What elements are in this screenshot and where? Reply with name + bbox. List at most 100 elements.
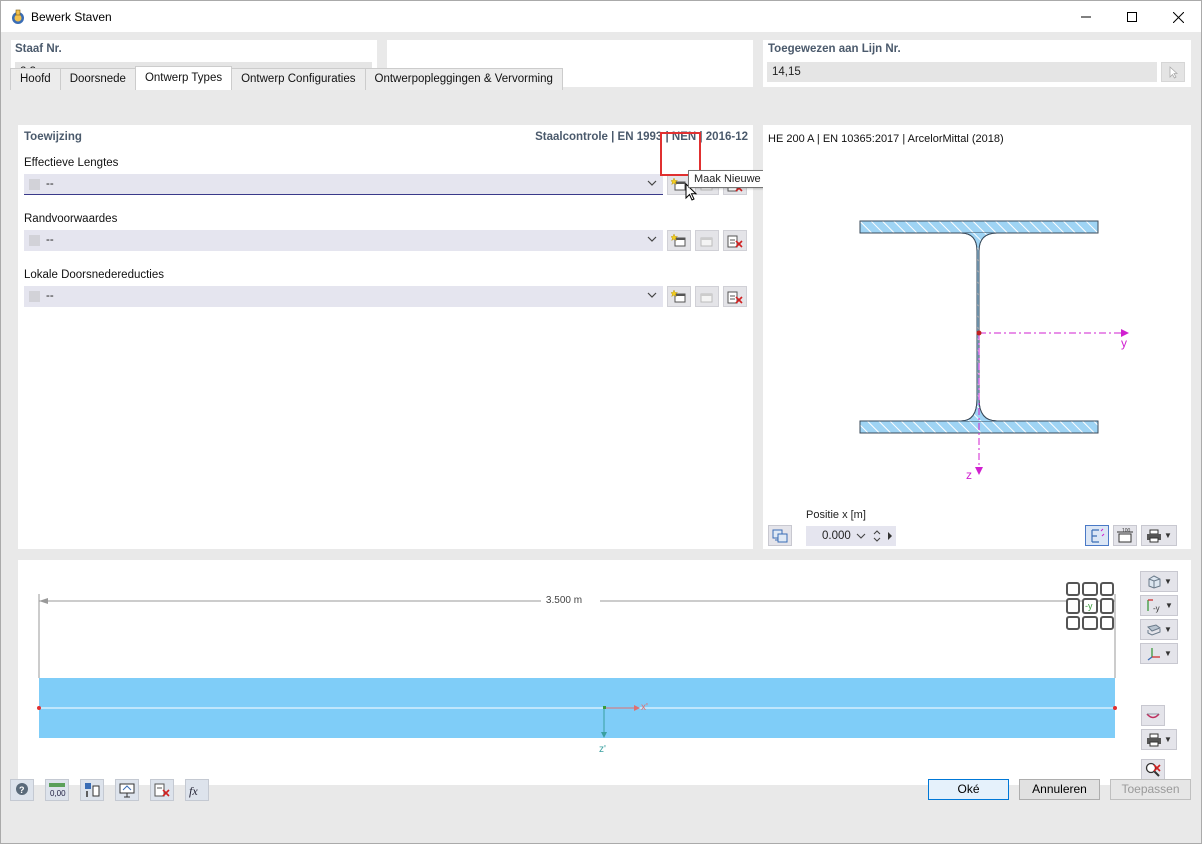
view-cube-label: -y [1085,601,1093,611]
close-button[interactable] [1155,1,1201,33]
chevron-down-icon [647,236,657,242]
position-label: Positie x [m] [806,509,866,521]
delete-all-button[interactable] [150,779,174,801]
new-item-icon [671,289,686,302]
dropdown-arrow-icon: ▼ [1164,625,1172,634]
curve-icon [1146,712,1160,718]
edit-item-icon [700,293,713,302]
tab-ontwerpopleggingen[interactable]: Ontwerpopleggingen & Vervorming [364,68,563,90]
new-section-reductions-button[interactable] [667,286,691,307]
window-title: Bewerk Staven [31,10,112,24]
dropdown-arrow-icon: ▼ [1165,601,1173,610]
help-icon: ? [16,783,28,795]
play-icon [888,532,892,540]
formula-button[interactable]: fx [185,779,209,801]
view-cube[interactable]: -y [1066,582,1114,630]
formula-icon: fx [189,784,198,798]
boundary-conditions-value: -- [46,234,54,246]
reset-zoom-button[interactable] [1141,759,1165,780]
edit-section-reductions-button[interactable] [695,286,719,307]
effective-lengths-select[interactable]: -- [24,174,663,195]
svg-text:0,00: 0,00 [50,789,66,798]
svg-text:fx: fx [189,784,198,798]
minimize-icon [1081,16,1091,18]
help-button[interactable]: ? [10,779,34,801]
tab-ontwerp-configuraties[interactable]: Ontwerp Configuraties [231,68,366,90]
assigned-line-field: 14,15 [767,62,1157,82]
title-bar: Bewerk Staven [0,0,1202,32]
pick-line-button[interactable] [1161,62,1185,82]
tab-hoofd[interactable]: Hoofd [10,68,61,90]
dropdown-arrow-icon: ▼ [1164,531,1172,540]
coordinate-axes-icon [1147,647,1161,661]
effective-lengths-value: -- [46,178,54,190]
decimal-units-icon: 0,00 [49,783,66,798]
info-button[interactable] [80,779,104,801]
section-options-button[interactable] [768,525,792,546]
maximize-icon [1127,12,1137,22]
dropdown-arrow-icon: ▼ [1164,649,1172,658]
axis-view-icon: -y [1147,598,1160,613]
scale-icon: 100 [1117,528,1133,542]
section-reductions-value: -- [46,290,54,302]
info-table-icon [85,783,100,797]
length-dimension-label: 3.500 m [541,595,587,606]
dropdown-arrow-icon: ▼ [1164,735,1172,744]
chevron-down-icon [647,292,657,298]
color-swatch [29,235,40,246]
color-swatch [29,291,40,302]
printer-icon [1147,733,1162,746]
cancel-button[interactable]: Annuleren [1019,779,1100,800]
delete-boundary-conditions-button[interactable] [723,230,747,251]
assigned-line-label: Toegewezen aan Lijn Nr. [768,43,901,55]
design-standard-label: Staalcontrole | EN 1993 | NEN | 2016-12 [535,131,748,143]
effective-lengths-label: Effectieve Lengtes [24,157,119,169]
new-boundary-conditions-button[interactable] [667,230,691,251]
member-number-label: Staaf Nr. [15,43,62,55]
svg-text:100: 100 [1122,528,1131,534]
minimize-button[interactable] [1063,1,1109,33]
axis-y-label: y [1121,336,1127,350]
ok-button[interactable]: Oké [928,779,1009,800]
apply-button[interactable]: Toepassen [1110,779,1191,800]
tab-doorsnede[interactable]: Doorsnede [59,68,136,90]
view-direction-button[interactable]: -y ▼ [1140,595,1178,616]
units-button[interactable]: 0,00 [45,779,69,801]
3d-box-icon [1148,574,1161,589]
edit-boundary-conditions-button[interactable] [695,230,719,251]
show-dimensions-button[interactable] [1085,525,1109,546]
assigned-line-panel: Toegewezen aan Lijn Nr. 14,15 [763,40,1191,87]
delete-section-reductions-button[interactable] [723,286,747,307]
view-settings-button[interactable] [115,779,139,801]
maximize-button[interactable] [1109,1,1155,33]
chevron-down-icon [647,180,657,186]
layers-icon [1147,623,1162,636]
display-style-button[interactable]: ▼ [1140,619,1178,640]
app-icon [12,9,24,24]
svg-text:-y: -y [1153,604,1160,613]
coordinate-system-button[interactable]: ▼ [1140,643,1178,664]
scale-button[interactable]: 100 [1113,525,1137,546]
monitor-icon [119,783,135,798]
delete-item-icon [727,235,743,248]
print-section-button[interactable]: ▼ [1141,525,1177,546]
view-mode-button[interactable]: ▼ [1140,571,1178,592]
chevron-down-icon [856,533,866,539]
print-view-button[interactable]: ▼ [1141,729,1177,750]
section-reductions-label: Lokale Doorsnedereducties [24,269,165,281]
delete-document-icon [154,783,170,797]
tab-ontwerp-types[interactable]: Ontwerp Types [134,66,233,90]
zoom-reset-icon [1145,762,1161,777]
edit-item-icon [700,237,713,246]
deformation-button[interactable] [1141,705,1165,726]
axis-z-prime-label: z' [599,744,606,755]
position-spinner[interactable]: 0.000 [806,526,896,546]
axis-z-label: z [966,468,972,482]
section-info-icon [772,529,788,542]
dropdown-arrow-icon: ▼ [1164,577,1172,586]
section-dimension-icon [1091,528,1105,543]
section-reductions-select[interactable]: -- [24,286,663,307]
position-value: 0.000 [822,530,851,542]
boundary-conditions-select[interactable]: -- [24,230,663,251]
spin-icon [873,530,881,542]
